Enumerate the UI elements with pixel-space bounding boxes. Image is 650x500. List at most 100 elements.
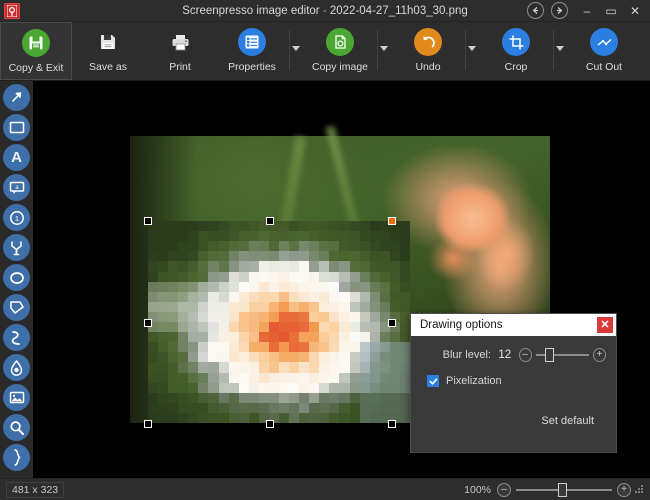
pixel-block: [370, 403, 380, 413]
selection-handle-top-left[interactable]: [144, 217, 152, 225]
selection-handle-middle-right[interactable]: [388, 319, 396, 327]
freehand-tool[interactable]: [3, 324, 30, 351]
pixel-block: [178, 261, 188, 271]
cut-out-button[interactable]: Cut Out: [568, 22, 640, 80]
print-button[interactable]: Print: [144, 22, 216, 80]
pixel-block: [360, 282, 370, 292]
numbered-circle-icon: 1: [9, 210, 25, 226]
close-button[interactable]: ✕: [623, 0, 647, 22]
pixel-block: [370, 352, 380, 362]
selection-handle-top-center[interactable]: [266, 217, 274, 225]
ellipse-tool[interactable]: [3, 264, 30, 291]
crop-button[interactable]: Crop: [480, 22, 552, 80]
pixel-block: [400, 383, 410, 393]
pixelization-checkbox[interactable]: [427, 375, 439, 387]
pixel-block: [360, 352, 370, 362]
pixel-block: [380, 393, 390, 403]
canvas-area[interactable]: Drawing options ✕ Blur level: 12 – +: [33, 81, 650, 478]
minimize-button[interactable]: –: [575, 0, 599, 22]
ribbon-label: Cut Out: [586, 61, 622, 73]
slider-thumb[interactable]: [545, 348, 554, 362]
rectangle-tool[interactable]: [3, 114, 30, 141]
image-tool[interactable]: [3, 384, 30, 411]
pixel-block: [269, 312, 279, 322]
pixel-block: [309, 342, 319, 352]
bracket-tool[interactable]: [3, 444, 30, 471]
pixel-block: [299, 272, 309, 282]
pixel-block: [148, 383, 158, 393]
pixel-block: [239, 393, 249, 403]
set-default-button[interactable]: Set default: [541, 415, 594, 427]
pixelated-region[interactable]: [148, 221, 410, 423]
undo-button[interactable]: Undo: [392, 22, 464, 80]
highlight-tool[interactable]: [3, 234, 30, 261]
pixel-block: [299, 352, 309, 362]
properties-button[interactable]: Properties: [216, 22, 288, 80]
pixel-block: [219, 403, 229, 413]
blur-increase-button[interactable]: +: [593, 348, 606, 362]
pixel-block: [319, 352, 329, 362]
pixel-block: [299, 403, 309, 413]
blur-decrease-button[interactable]: –: [519, 348, 532, 362]
arrow-left-circle-icon[interactable]: [527, 2, 544, 19]
pixel-block: [188, 261, 198, 271]
pixel-block: [329, 413, 339, 423]
pixel-block: [279, 342, 289, 352]
crop-dropdown-arrow[interactable]: [552, 22, 568, 80]
pixel-block: [390, 393, 400, 403]
pixel-block: [329, 362, 339, 372]
pixel-block: [329, 383, 339, 393]
arrow-right-circle-icon[interactable]: [551, 2, 568, 19]
copy-image-button[interactable]: Copy image: [304, 22, 376, 80]
pixel-block: [350, 241, 360, 251]
pixel-block: [339, 221, 349, 231]
blur-level-label: Blur level:: [421, 349, 491, 361]
ellipse-icon: [9, 271, 25, 285]
speech-bubble-icon: a: [9, 181, 25, 195]
undo-dropdown-arrow[interactable]: [464, 22, 480, 80]
pixel-block: [339, 292, 349, 302]
pixel-block: [390, 373, 400, 383]
copy-image-dropdown-arrow[interactable]: [376, 22, 392, 80]
pixel-block: [380, 231, 390, 241]
pixel-block: [219, 241, 229, 251]
blur-tool[interactable]: [3, 354, 30, 381]
pixel-block: [188, 362, 198, 372]
pixelization-row[interactable]: Pixelization: [421, 375, 606, 387]
pixel-block: [319, 241, 329, 251]
zoom-slider-thumb[interactable]: [558, 483, 567, 497]
pixel-block: [239, 282, 249, 292]
properties-dropdown-arrow[interactable]: [288, 22, 304, 80]
zoom-slider[interactable]: [516, 483, 612, 497]
selection-handle-middle-left[interactable]: [144, 319, 152, 327]
pixel-block: [198, 322, 208, 332]
zoom-in-button[interactable]: +: [617, 483, 631, 497]
save-as-button[interactable]: Save as: [72, 22, 144, 80]
text-balloon-tool[interactable]: a: [3, 174, 30, 201]
resize-grip-icon[interactable]: [635, 485, 644, 494]
selection-handle-bottom-center[interactable]: [266, 420, 274, 428]
copy-and-exit-button[interactable]: Copy & Exit: [0, 22, 72, 80]
pixel-block: [339, 362, 349, 372]
arrow-tool[interactable]: [3, 84, 30, 111]
pixel-block: [249, 383, 259, 393]
pixel-block: [329, 261, 339, 271]
pixel-block: [229, 261, 239, 271]
pixel-block: [178, 282, 188, 292]
pixel-block: [168, 342, 178, 352]
chevron-down-icon: [380, 46, 388, 51]
polygon-tool[interactable]: [3, 294, 30, 321]
maximize-button[interactable]: ▭: [599, 0, 623, 22]
text-tool[interactable]: A: [3, 144, 30, 171]
selection-handle-bottom-left[interactable]: [144, 420, 152, 428]
numbering-tool[interactable]: 1: [3, 204, 30, 231]
pixel-block: [289, 221, 299, 231]
selection-handle-top-right[interactable]: [388, 217, 396, 225]
close-icon[interactable]: ✕: [597, 317, 613, 333]
magnifier-tool[interactable]: [3, 414, 30, 441]
zoom-out-button[interactable]: –: [497, 483, 511, 497]
selection-handle-bottom-right[interactable]: [388, 420, 396, 428]
pixel-block: [319, 221, 329, 231]
pixel-block: [219, 302, 229, 312]
blur-level-slider[interactable]: [536, 348, 589, 362]
